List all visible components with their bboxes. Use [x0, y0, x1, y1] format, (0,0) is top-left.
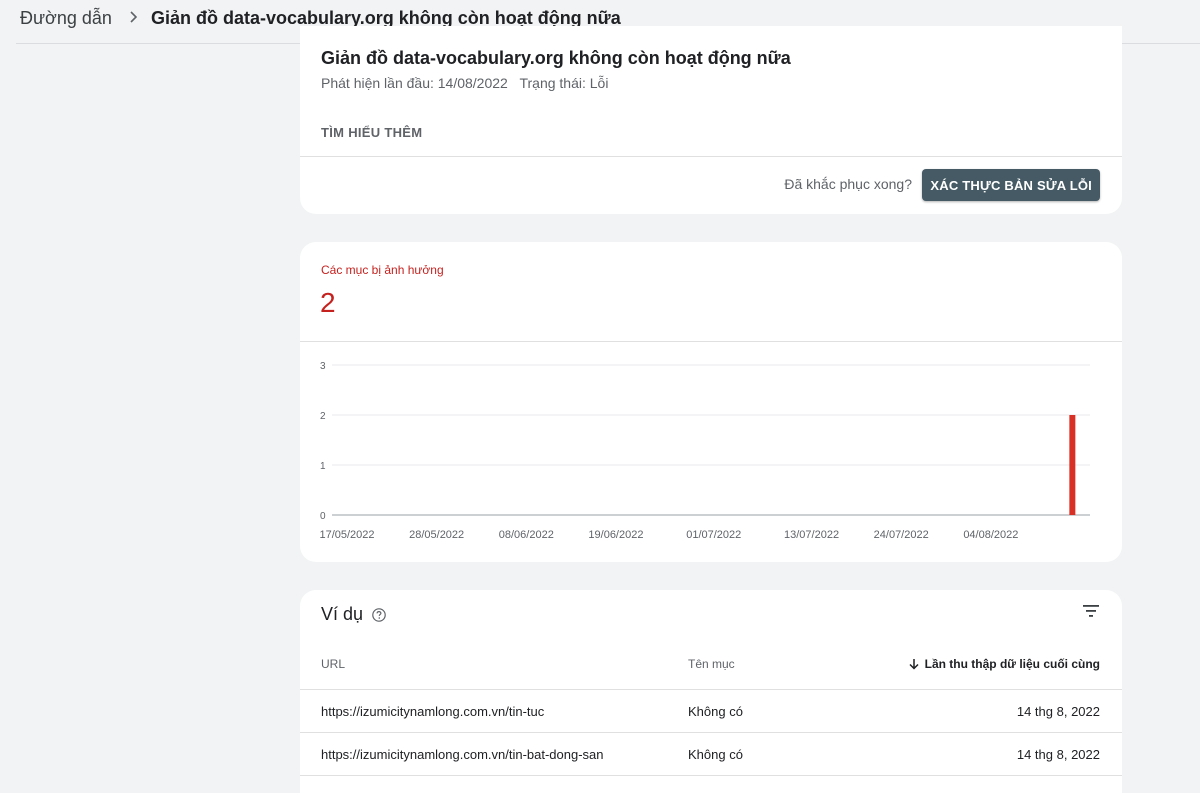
- chart-bar[interactable]: [1069, 415, 1076, 515]
- y-tick-label: 0: [320, 511, 326, 522]
- learn-more-link[interactable]: TÌM HIỂU THÊM: [321, 125, 422, 140]
- examples-title: Ví dụ: [321, 604, 364, 624]
- affected-items-card: Các mục bị ảnh hưởng 2 0 1 2 3 17/05/2022 28/…: [300, 242, 1122, 562]
- status-text: Trạng thái: Lỗi: [519, 75, 609, 91]
- y-tick-label: 1: [320, 461, 326, 472]
- x-tick-label: 24/07/2022: [874, 529, 929, 541]
- x-tick-label: 28/05/2022: [409, 529, 464, 541]
- column-header-last-crawled[interactable]: Lần thu thập dữ liệu cuối cùng: [908, 657, 1100, 671]
- chevron-right-icon: [130, 11, 138, 23]
- table-row-divider: [300, 775, 1122, 793]
- fixed-question-text: Đã khắc phục xong?: [784, 176, 912, 192]
- row-date: 14 thg 8, 2022: [1016, 704, 1100, 719]
- table-row[interactable]: https://izumicitynamlong.com.vn/tin-tuc …: [300, 689, 1122, 732]
- row-name: Không có: [688, 704, 743, 719]
- issue-title: Giản đồ data-vocabulary.org không còn ho…: [321, 48, 791, 68]
- x-tick-label: 08/06/2022: [499, 529, 554, 541]
- validate-fix-button[interactable]: XÁC THỰC BẢN SỬA LỖI: [922, 169, 1100, 201]
- arrow-down-icon: [909, 659, 919, 670]
- x-tick-label: 19/06/2022: [588, 529, 643, 541]
- row-date: 14 thg 8, 2022: [1016, 747, 1100, 762]
- y-tick-label: 3: [320, 361, 326, 372]
- issue-card: Giản đồ data-vocabulary.org không còn ho…: [300, 26, 1122, 214]
- x-tick-label: 13/07/2022: [784, 529, 839, 541]
- x-tick-label: 01/07/2022: [686, 529, 741, 541]
- row-url: https://izumicitynamlong.com.vn/tin-bat-…: [321, 747, 604, 762]
- issue-divider: [300, 156, 1122, 157]
- first-detected-text: Phát hiện lần đầu: 14/08/2022: [321, 75, 508, 91]
- row-name: Không có: [688, 747, 743, 762]
- affected-items-label: Các mục bị ảnh hưởng: [321, 263, 444, 277]
- filter-icon[interactable]: [1082, 602, 1100, 620]
- x-tick-label: 17/05/2022: [319, 529, 374, 541]
- row-url: https://izumicitynamlong.com.vn/tin-tuc: [321, 704, 545, 719]
- column-header-url[interactable]: URL: [321, 657, 345, 671]
- affected-items-chart: 0 1 2 3 17/05/2022 28/05/2022 08/06/2022 19/06/…: [319, 361, 1090, 541]
- issue-meta: Phát hiện lần đầu: 14/08/2022 Trạng thái…: [321, 75, 616, 91]
- table-row[interactable]: https://izumicitynamlong.com.vn/tin-bat-…: [300, 732, 1122, 775]
- breadcrumb-root-link[interactable]: Đường dẫn: [20, 8, 112, 29]
- examples-card: Ví dụ URL Tên mục Lần thu thập dữ liệu c…: [300, 590, 1122, 793]
- column-header-name[interactable]: Tên mục: [688, 657, 735, 671]
- affected-items-count: 2: [320, 287, 336, 318]
- x-tick-label: 04/08/2022: [963, 529, 1018, 541]
- column-header-last-crawled-label: Lần thu thập dữ liệu cuối cùng: [924, 657, 1100, 671]
- help-circle-icon[interactable]: [371, 607, 387, 623]
- y-tick-label: 2: [320, 411, 326, 422]
